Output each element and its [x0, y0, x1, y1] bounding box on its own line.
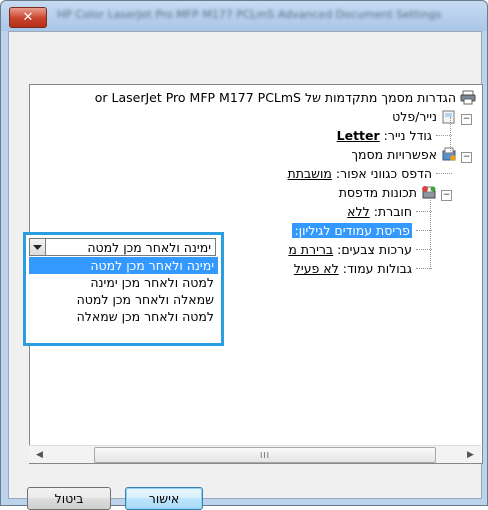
layout-dropdown-list: ימינה ולאחר מכן למטה למטה ולאחר מכן ימינ… [29, 257, 218, 325]
pages-per-sheet-label: פריסת עמודים לגיליון: [292, 223, 412, 238]
paper-size-label: גודל נייר: [383, 128, 432, 143]
tree-item-pages-per-sheet-layout[interactable]: פריסת עמודים לגיליון: [292, 222, 432, 240]
chevron-down-icon [33, 240, 42, 254]
grip-icon: III [259, 450, 271, 460]
cancel-button[interactable]: ביטול [27, 487, 111, 510]
close-button[interactable]: ✕ [9, 7, 47, 28]
close-icon: ✕ [22, 10, 34, 25]
document-options-icon [441, 147, 457, 162]
tree-item-paper-output[interactable]: − נייר/פלט [392, 108, 472, 126]
collapse-icon[interactable]: − [461, 114, 472, 125]
dropdown-option[interactable]: למטה ולאחר מכן שמאלה [29, 308, 218, 325]
dropdown-option[interactable]: ימינה ולאחר מכן למטה [29, 257, 218, 274]
grayscale-value[interactable]: מושבתת [288, 166, 332, 181]
scrollbar-thumb[interactable]: III [94, 447, 436, 463]
layout-dropdown-field[interactable]: ימינה ולאחר מכן למטה [29, 238, 216, 256]
collapse-icon[interactable]: − [461, 152, 472, 163]
dropdown-arrow-button[interactable] [29, 238, 46, 256]
printer-features-label: תכונות מדפסת [338, 185, 417, 200]
arrow-right-icon: ▶ [467, 449, 474, 460]
tree-connector [436, 173, 452, 174]
document-options-label: אפשרויות מסמך [351, 147, 437, 162]
dropdown-option[interactable]: למטה ולאחר מכן ימינה [29, 274, 218, 291]
layout-dropdown[interactable]: ימינה ולאחר מכן למטה ימינה ולאחר מכן למט… [23, 232, 224, 346]
color-sets-value[interactable]: ברירת מ [288, 242, 333, 257]
scroll-left-button[interactable]: ◀ [31, 446, 48, 463]
tree-line [430, 193, 431, 269]
paper-icon [441, 109, 457, 124]
tree-item-document-options[interactable]: − אפשרויות מסמך [351, 146, 472, 164]
dropdown-option[interactable]: שמאלה ולאחר מכן למטה [29, 291, 218, 308]
arrow-left-icon: ◀ [36, 449, 43, 460]
collapse-icon[interactable]: − [441, 190, 452, 201]
booklet-label: חוברת: [373, 204, 412, 219]
printer-icon [460, 90, 476, 105]
tree-line [450, 117, 451, 155]
tree-item-booklet[interactable]: חוברת: ללא [347, 203, 432, 221]
booklet-value[interactable]: ללא [347, 204, 370, 219]
horizontal-scrollbar[interactable]: ◀ III ▶ [29, 445, 481, 463]
printer-features-icon [421, 185, 437, 200]
color-sets-label: ערכות צבעים: [337, 242, 412, 257]
tree-item-grayscale[interactable]: הדפס כגווני אפור: מושבתת [288, 165, 452, 183]
dialog-window: ✕ HP Color LaserJet Pro MFP M177 PCLmS A… [0, 0, 488, 510]
tree-root-label: הגדרות מסמך מתקדמות של [304, 90, 456, 105]
paper-size-value[interactable]: Letter [337, 128, 380, 143]
tree-item-printer-features[interactable]: − תכונות מדפסת [339, 184, 452, 202]
window-title: HP Color LaserJet Pro MFP M177 PCLmS Adv… [57, 8, 442, 21]
tree-root[interactable]: הגדרות מסמך מתקדמות של or LaserJet Pro M… [95, 89, 476, 107]
tree-item-page-borders[interactable]: גבולות עמוד: לא פעיל [294, 260, 432, 278]
page-borders-value[interactable]: לא פעיל [294, 261, 339, 276]
title-bar[interactable]: ✕ HP Color LaserJet Pro MFP M177 PCLmS A… [1, 1, 487, 31]
scroll-right-button[interactable]: ▶ [462, 446, 479, 463]
tree-root-model: or LaserJet Pro MFP M177 PCLmS [94, 90, 301, 105]
page-borders-label: גבולות עמוד: [342, 261, 412, 276]
paper-output-label: נייר/פלט [392, 109, 437, 124]
grayscale-label: הדפס כגווני אפור: [335, 166, 432, 181]
ok-button[interactable]: אישור [125, 487, 203, 510]
tree-item-paper-size[interactable]: גודל נייר: Letter [337, 127, 452, 145]
dialog-content: הגדרות מסמך מתקדמות של or LaserJet Pro M… [8, 31, 483, 510]
tree-item-color-sets[interactable]: ערכות צבעים: ברירת מ [288, 241, 432, 259]
